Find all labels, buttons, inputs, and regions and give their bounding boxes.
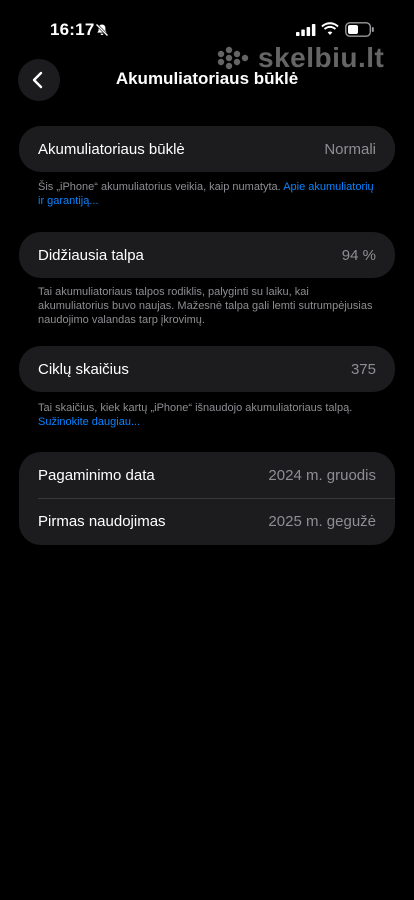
first-use-label: Pirmas naudojimas — [38, 513, 166, 530]
max-capacity-footnote: Tai akumuliatoriaus talpos rodiklis, pal… — [38, 286, 373, 326]
cycle-count-row: Ciklų skaičius 375 — [19, 346, 395, 392]
cycle-count-card: Ciklų skaičius 375 — [19, 346, 395, 392]
max-capacity-value: 94 % — [341, 247, 376, 264]
battery-health-footnote: Šis „iPhone“ akumuliatorius veikia, kaip… — [38, 180, 378, 208]
bell-slash-icon — [95, 23, 109, 37]
battery-health-label: Akumuliatoriaus būklė — [38, 141, 185, 158]
battery-health-note: Šis „iPhone“ akumuliatorius veikia, kaip… — [38, 181, 281, 193]
max-capacity-row: Didžiausia talpa 94 % — [19, 232, 395, 278]
manufacture-date-value: 2024 m. gruodis — [268, 467, 376, 484]
row-divider — [38, 498, 395, 499]
manufacture-date-row: Pagaminimo data 2024 m. gruodis — [19, 452, 395, 498]
dates-card: Pagaminimo data 2024 m. gruodis Pirmas n… — [19, 452, 395, 545]
learn-more-link[interactable]: Sužinokite daugiau... — [38, 416, 140, 428]
max-capacity-card: Didžiausia talpa 94 % — [19, 232, 395, 278]
cycle-count-value: 375 — [350, 361, 376, 378]
status-time: 16:17 — [50, 20, 95, 39]
max-capacity-label: Didžiausia talpa — [38, 247, 144, 264]
cycle-count-note: Tai skaičius, kiek kartų „iPhone“ išnaud… — [38, 402, 353, 414]
battery-health-value: Normali — [324, 141, 376, 158]
cellular-signal-icon — [296, 24, 316, 36]
wifi-icon — [321, 22, 339, 35]
battery-health-card: Akumuliatoriaus būklė Normali — [19, 126, 395, 172]
manufacture-date-label: Pagaminimo data — [38, 467, 155, 484]
first-use-row: Pirmas naudojimas 2025 m. gegužė — [19, 498, 395, 544]
cycle-count-footnote: Tai skaičius, kiek kartų „iPhone“ išnaud… — [38, 401, 378, 429]
cycle-count-label: Ciklų skaičius — [38, 361, 129, 378]
first-use-value: 2025 m. gegužė — [268, 513, 376, 530]
page-title: Akumuliatoriaus būklė — [115, 69, 299, 88]
battery-health-row: Akumuliatoriaus būklė Normali — [19, 126, 395, 172]
battery-icon — [345, 22, 374, 37]
